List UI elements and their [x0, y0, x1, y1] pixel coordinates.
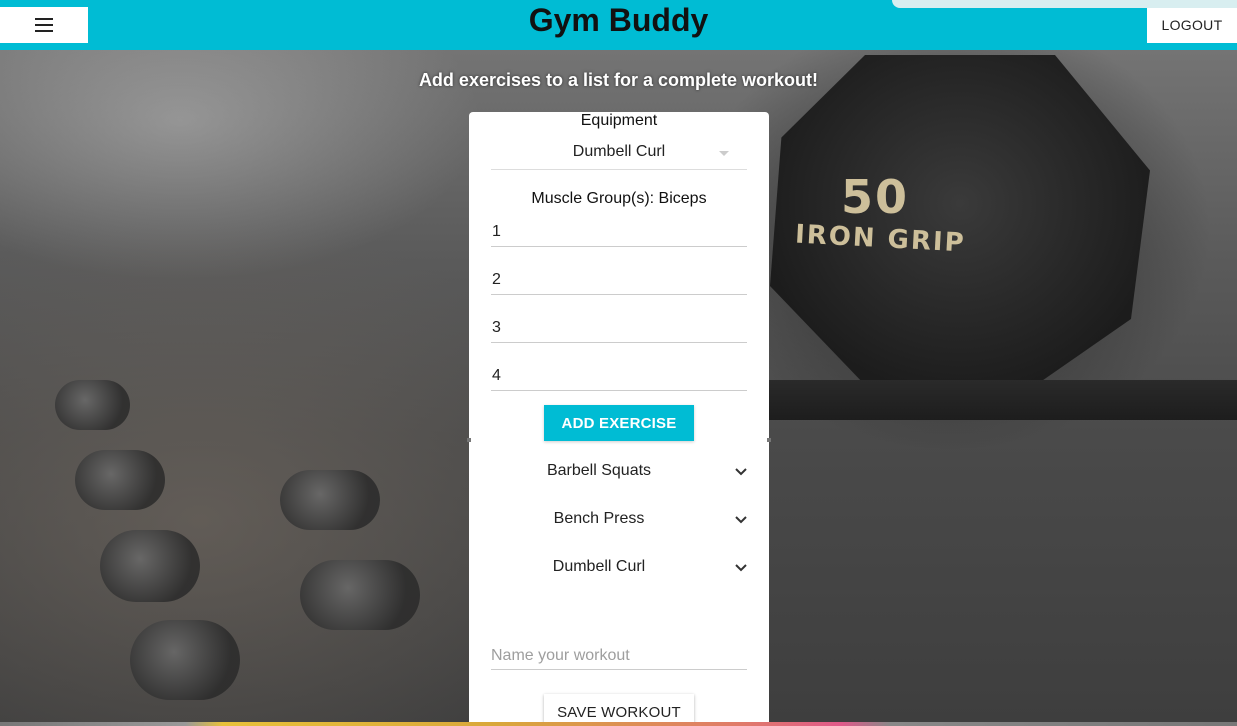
- weight-plate-label: 50 IRON GRIP: [794, 170, 966, 258]
- plate-number: 50: [841, 170, 910, 224]
- dumbbell: [55, 380, 130, 430]
- page-tagline: Add exercises to a list for a complete w…: [418, 70, 819, 90]
- chevron-down-icon[interactable]: [735, 516, 747, 524]
- equipment-select-value: Dumbell Curl: [572, 142, 666, 160]
- exercise-list-item[interactable]: Dumbell Curl: [469, 548, 769, 588]
- logout-button[interactable]: LOGOUT: [1147, 7, 1237, 43]
- exercise-name: Barbell Squats: [546, 462, 652, 479]
- dumbbell: [130, 620, 240, 700]
- dumbbell: [280, 470, 380, 530]
- dumbbell: [100, 530, 200, 602]
- workout-name-input[interactable]: [491, 642, 747, 670]
- exercise-list-item[interactable]: Barbell Squats: [469, 452, 769, 492]
- exercise-name: Bench Press: [553, 510, 645, 527]
- dumbbell: [75, 450, 165, 510]
- chevron-down-icon[interactable]: [735, 564, 747, 572]
- chevron-down-icon[interactable]: [735, 468, 747, 476]
- exercise-name: Dumbell Curl: [552, 558, 646, 575]
- exercise-input-3[interactable]: [491, 313, 747, 343]
- muscle-group-text: Muscle Group(s): Biceps: [531, 190, 707, 207]
- exercise-list-item[interactable]: Bench Press: [469, 500, 769, 540]
- add-exercise-button[interactable]: ADD EXERCISE: [544, 405, 694, 441]
- bottom-color-strip: [0, 722, 1237, 726]
- plate-brand: IRON GRIP: [794, 219, 967, 259]
- divider-notch-left: [467, 438, 471, 442]
- exercise-input-1[interactable]: [491, 217, 747, 247]
- equipment-select[interactable]: Dumbell Curl: [491, 134, 747, 170]
- workout-card: Equipment Dumbell Curl Muscle Group(s): …: [467, 112, 771, 726]
- dumbbell-rack-shelf: [760, 380, 1237, 420]
- dumbbell: [300, 560, 420, 630]
- exercise-input-2[interactable]: [491, 265, 747, 295]
- dropdown-arrow-icon: [719, 151, 729, 156]
- top-overlay-pill: [892, 0, 1237, 8]
- equipment-label: Equipment: [580, 112, 658, 129]
- divider-notch-right: [767, 438, 771, 442]
- exercise-input-4[interactable]: [491, 361, 747, 391]
